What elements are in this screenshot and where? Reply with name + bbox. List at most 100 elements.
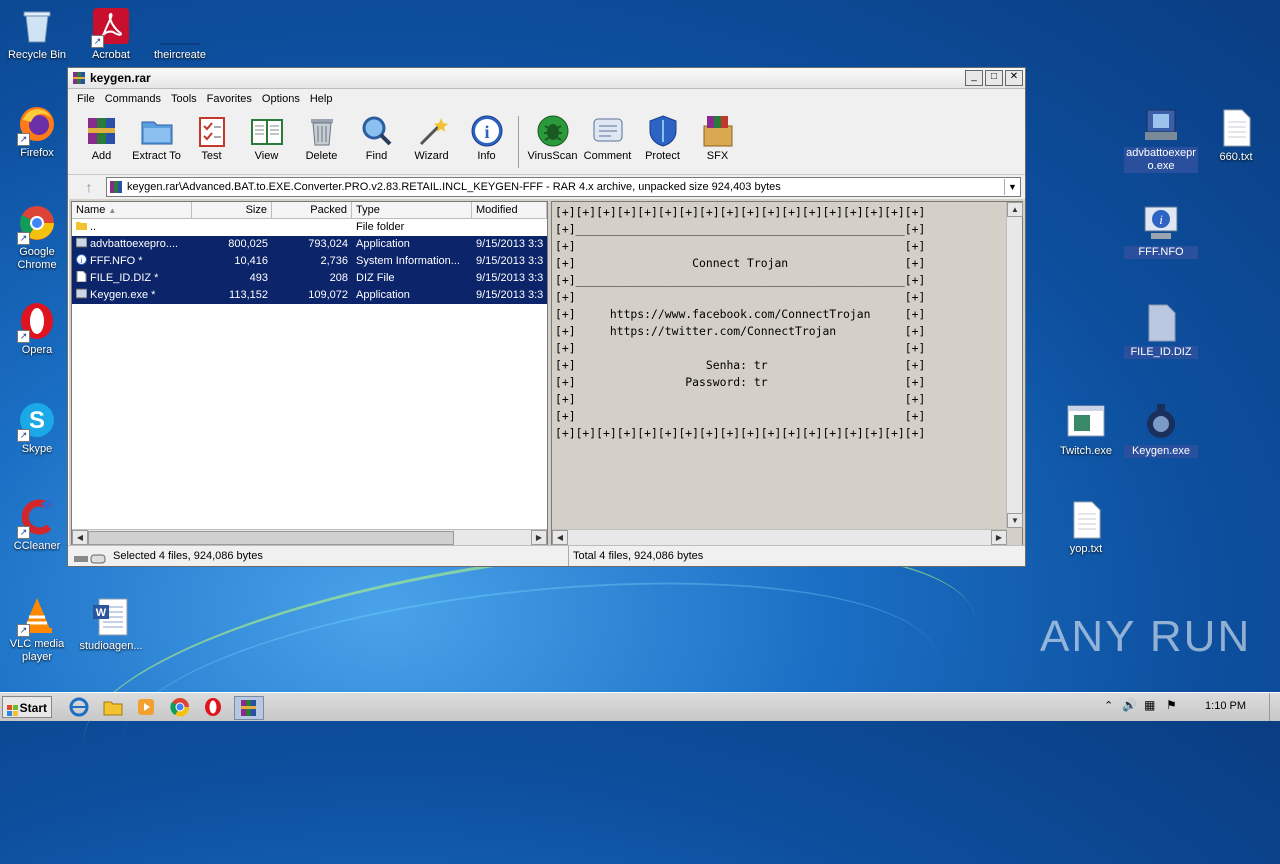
chrome-icon[interactable] bbox=[169, 696, 193, 718]
view-button[interactable]: View bbox=[239, 112, 294, 162]
scroll-up-button[interactable]: ▲ bbox=[1007, 202, 1023, 217]
desktop-icon-ccleaner[interactable]: ↗ CCleaner bbox=[0, 497, 74, 553]
comment-line: [+] Password: tr [+] bbox=[555, 375, 926, 389]
up-level-button[interactable]: ↑ bbox=[72, 177, 106, 197]
opera-icon: ↗ bbox=[17, 301, 57, 343]
archive-comment-pane[interactable]: [+][+][+][+][+][+][+][+][+][+][+][+][+][… bbox=[551, 201, 1023, 546]
find-button[interactable]: Find bbox=[349, 112, 404, 162]
test-checklist-icon bbox=[195, 114, 229, 148]
desktop-icon-keygen[interactable]: Keygen.exe bbox=[1124, 402, 1198, 458]
comment-line: [+] https://www.facebook.com/ConnectTroj… bbox=[555, 307, 926, 321]
comment-line: [+] [+] bbox=[555, 341, 926, 355]
ie-icon[interactable] bbox=[68, 696, 92, 718]
menu-help[interactable]: Help bbox=[305, 93, 338, 105]
desktop-icon-firefox[interactable]: ↗ Firefox bbox=[0, 104, 74, 160]
desktop-icon-opera[interactable]: ↗ Opera bbox=[0, 301, 74, 357]
info-button[interactable]: i Info bbox=[459, 112, 514, 162]
address-text: keygen.rar\Advanced.BAT.to.EXE.Converter… bbox=[127, 181, 781, 193]
nfo-icon: i bbox=[76, 254, 87, 265]
scroll-left-button[interactable]: ◀ bbox=[72, 530, 88, 545]
desktop-icon-acrobat[interactable]: ↗ Acrobat bbox=[74, 6, 148, 62]
desktop-icon-advbattoexepro[interactable]: advbattoexepro.exe bbox=[1124, 104, 1198, 173]
virusscan-button[interactable]: VirusScan bbox=[525, 112, 580, 162]
desktop-icon-twitch[interactable]: Twitch.exe bbox=[1049, 402, 1123, 458]
show-desktop-button[interactable] bbox=[1269, 693, 1280, 721]
column-packed[interactable]: Packed bbox=[272, 202, 352, 218]
desktop-icon-file-id-diz[interactable]: FILE_ID.DIZ bbox=[1124, 303, 1198, 359]
folder-icon bbox=[76, 220, 87, 231]
wizard-button[interactable]: Wizard bbox=[404, 112, 459, 162]
file-list[interactable]: Name ▲ Size Packed Type Modified .. File… bbox=[71, 201, 548, 546]
scroll-thumb[interactable] bbox=[88, 531, 454, 545]
column-modified[interactable]: Modified bbox=[472, 202, 547, 218]
diz-file-icon bbox=[1141, 303, 1181, 343]
desktop-icon-chrome[interactable]: ↗ Google Chrome bbox=[0, 203, 74, 272]
desktop-icon-fff-nfo[interactable]: i FFF.NFO bbox=[1124, 203, 1198, 259]
ccleaner-icon: ↗ bbox=[17, 497, 57, 539]
sfx-button[interactable]: SFX bbox=[690, 112, 745, 162]
maximize-button[interactable]: □ bbox=[985, 70, 1003, 86]
bug-scan-icon bbox=[536, 114, 570, 148]
column-size[interactable]: Size bbox=[192, 202, 272, 218]
file-row-parent[interactable]: .. File folder bbox=[72, 219, 547, 236]
file-list-header: Name ▲ Size Packed Type Modified bbox=[72, 202, 547, 219]
add-button[interactable]: Add bbox=[74, 112, 129, 162]
delete-button[interactable]: Delete bbox=[294, 112, 349, 162]
menu-favorites[interactable]: Favorites bbox=[202, 93, 257, 105]
column-type[interactable]: Type bbox=[352, 202, 472, 218]
status-total: Total 4 files, 924,086 bytes bbox=[568, 546, 703, 566]
chevron-down-icon[interactable]: ▼ bbox=[1004, 179, 1020, 195]
network-icon[interactable]: ▦ bbox=[1144, 698, 1155, 712]
desktop-icon-recycle-bin[interactable]: Recycle Bin bbox=[0, 6, 74, 62]
scroll-right-button[interactable]: ▶ bbox=[531, 530, 547, 545]
clock[interactable]: 1:10 PM bbox=[1205, 700, 1246, 712]
winrar-taskbar-button[interactable] bbox=[234, 696, 264, 720]
file-row[interactable]: FILE_ID.DIZ * 493 208 DIZ File 9/15/2013… bbox=[72, 270, 547, 287]
winrar-window[interactable]: keygen.rar _ □ ✕ File Commands Tools Fav… bbox=[67, 67, 1026, 567]
action-center-flag-icon[interactable]: ⚑ bbox=[1166, 698, 1177, 712]
title-bar[interactable]: keygen.rar _ □ ✕ bbox=[68, 68, 1025, 89]
comment-button[interactable]: Comment bbox=[580, 112, 635, 162]
scroll-down-button[interactable]: ▼ bbox=[1007, 513, 1023, 528]
address-field[interactable]: keygen.rar\Advanced.BAT.to.EXE.Converter… bbox=[106, 177, 1021, 197]
menu-tools[interactable]: Tools bbox=[166, 93, 202, 105]
desktop-icon-studioagen[interactable]: W studioagen... bbox=[74, 597, 148, 653]
desktop-icon-theircreate[interactable]: theircreate bbox=[143, 6, 220, 62]
desktop-icon-yop-txt[interactable]: yop.txt bbox=[1049, 500, 1123, 556]
menu-bar: File Commands Tools Favorites Options He… bbox=[68, 89, 1025, 108]
menu-commands[interactable]: Commands bbox=[100, 93, 166, 105]
extract-folder-icon bbox=[140, 114, 174, 148]
scroll-right-button[interactable]: ▶ bbox=[991, 530, 1007, 545]
skype-icon: S ↗ bbox=[17, 400, 57, 442]
desktop-icon-660-txt[interactable]: 660.txt bbox=[1199, 108, 1273, 164]
menu-options[interactable]: Options bbox=[257, 93, 305, 105]
sfx-box-icon bbox=[701, 114, 735, 148]
test-button[interactable]: Test bbox=[184, 112, 239, 162]
opera-icon[interactable] bbox=[202, 696, 226, 718]
horizontal-scrollbar[interactable]: ◀ ▶ bbox=[72, 529, 547, 545]
desktop-icon-skype[interactable]: S ↗ Skype bbox=[0, 400, 74, 456]
shield-icon bbox=[646, 114, 680, 148]
explorer-icon[interactable] bbox=[102, 696, 126, 718]
start-button[interactable]: Start bbox=[2, 696, 52, 718]
extract-to-button[interactable]: Extract To bbox=[129, 112, 184, 162]
desktop-icon-vlc[interactable]: ↗ VLC media player bbox=[0, 595, 74, 664]
vertical-scrollbar[interactable]: ▲ ▼ bbox=[1006, 202, 1023, 528]
column-name[interactable]: Name ▲ bbox=[72, 202, 192, 218]
file-row[interactable]: advbattoexepro.... 800,025 793,024 Appli… bbox=[72, 236, 547, 253]
close-button[interactable]: ✕ bbox=[1005, 70, 1023, 86]
comment-line: [+][+][+][+][+][+][+][+][+][+][+][+][+][… bbox=[555, 205, 926, 219]
svg-text:S: S bbox=[29, 407, 45, 434]
firefox-icon: ↗ bbox=[17, 104, 57, 146]
drive-icon bbox=[74, 551, 106, 564]
protect-button[interactable]: Protect bbox=[635, 112, 690, 162]
menu-file[interactable]: File bbox=[72, 93, 100, 105]
media-player-icon[interactable] bbox=[135, 696, 159, 718]
volume-icon[interactable]: 🔊 bbox=[1122, 698, 1137, 712]
file-row[interactable]: Keygen.exe * 113,152 109,072 Application… bbox=[72, 287, 547, 304]
minimize-button[interactable]: _ bbox=[965, 70, 983, 86]
scroll-left-button[interactable]: ◀ bbox=[552, 530, 568, 545]
horizontal-scrollbar[interactable]: ◀ ▶ bbox=[552, 529, 1007, 545]
show-hidden-icons-icon[interactable]: ⌃ bbox=[1104, 699, 1113, 712]
file-row[interactable]: i FFF.NFO * 10,416 2,736 System Informati… bbox=[72, 253, 547, 270]
